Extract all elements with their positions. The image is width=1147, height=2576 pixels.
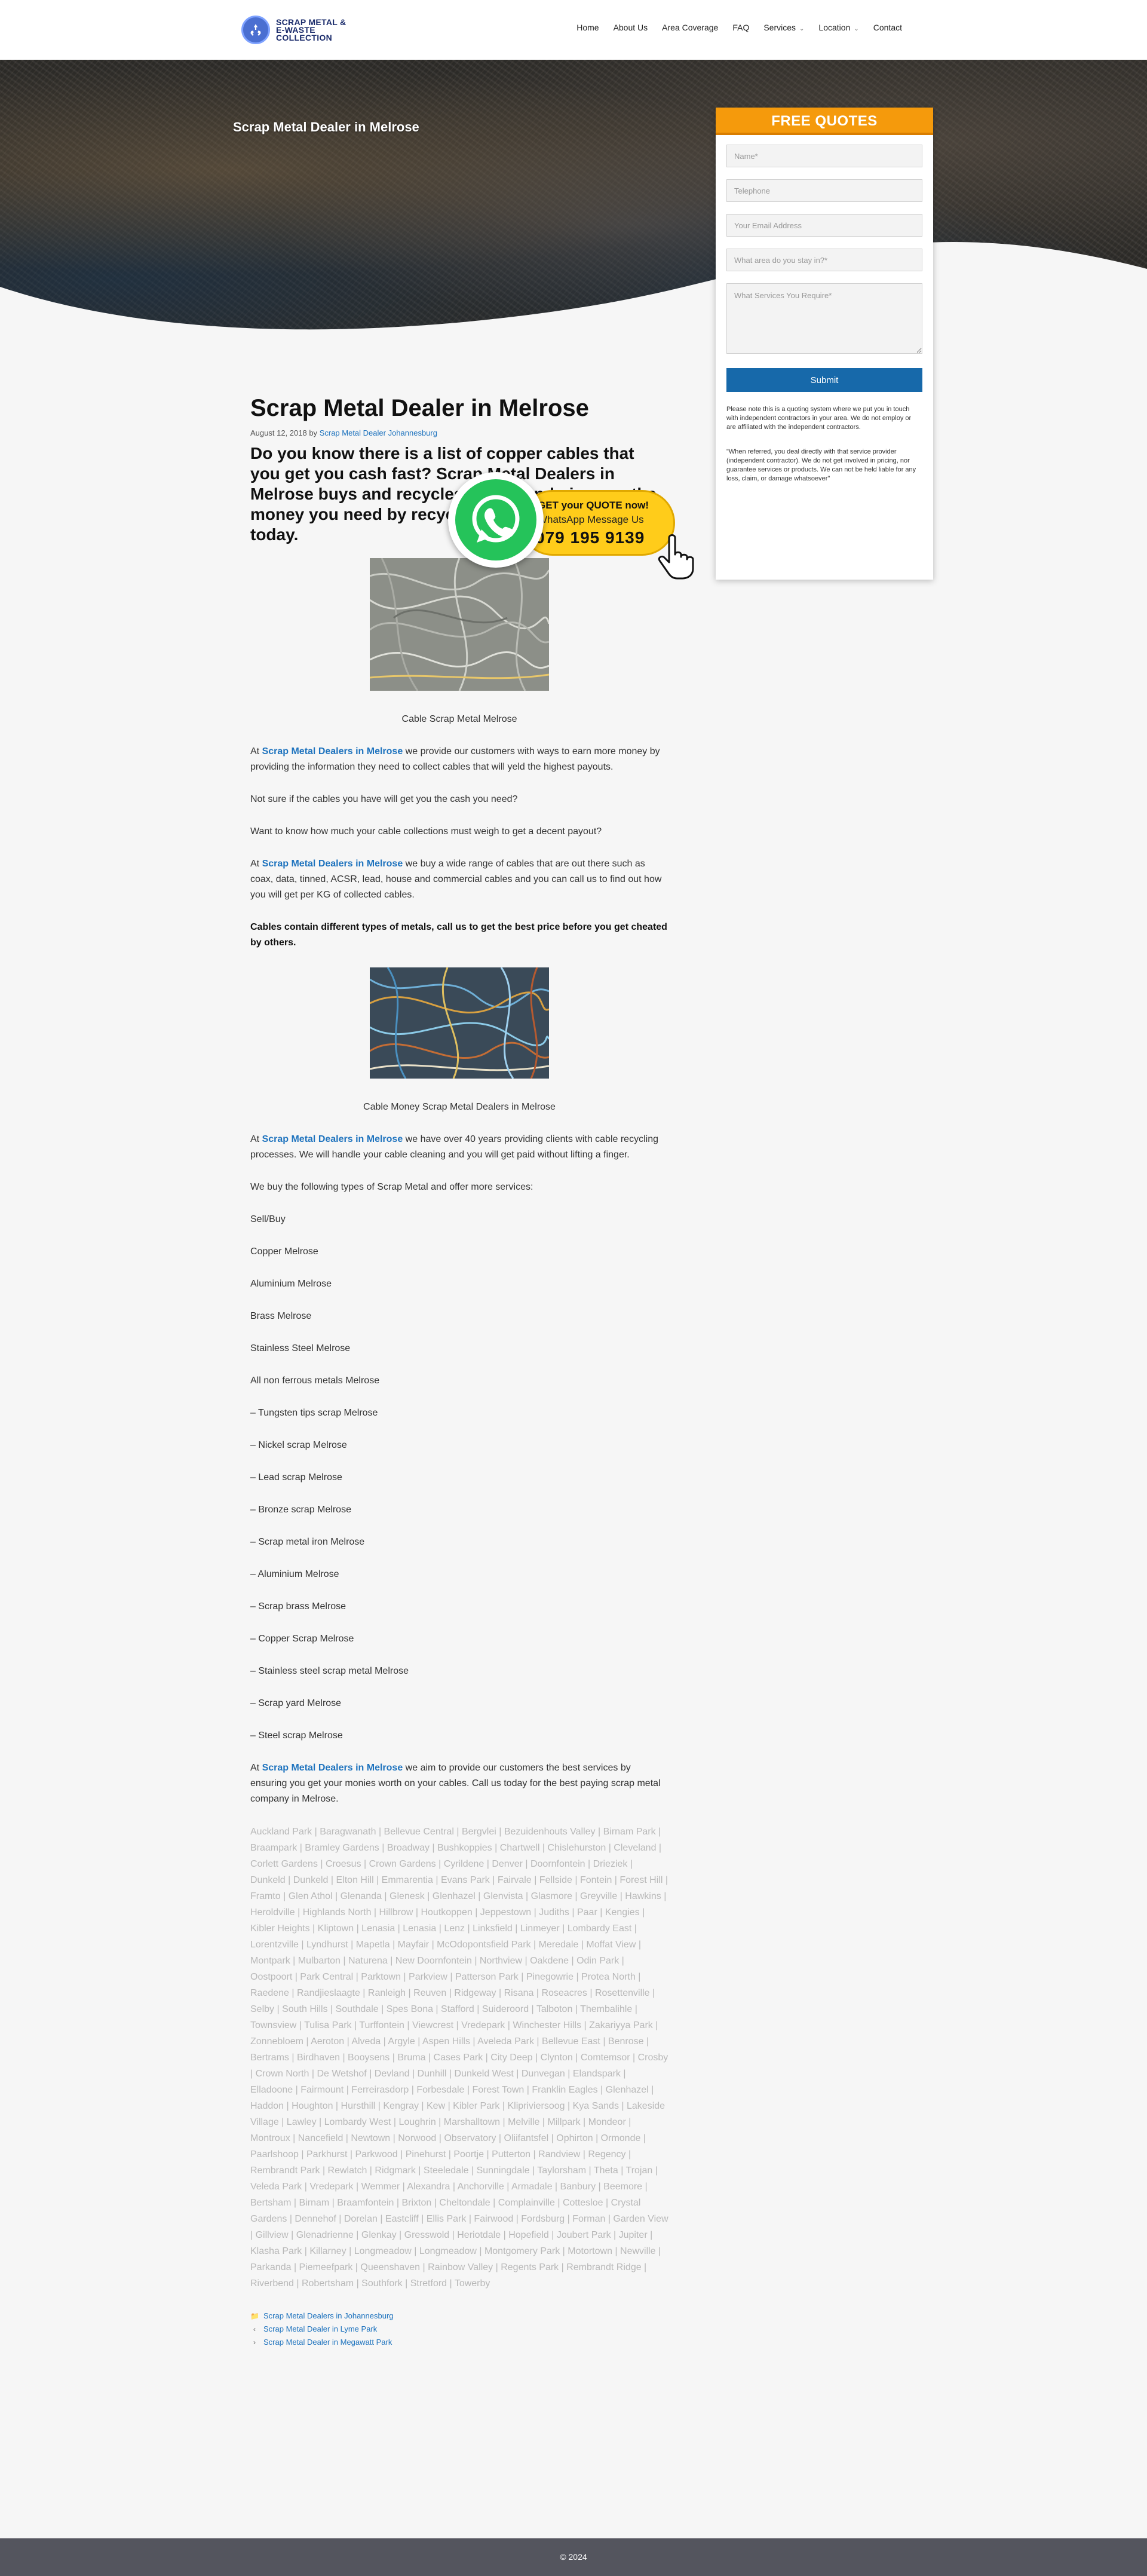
list-item: Copper Melrose <box>250 1246 318 1257</box>
paragraph: At Scrap Metal Dealers in Melrose we aim… <box>250 1760 668 1807</box>
list-item: – Scrap metal iron Melrose <box>250 1537 365 1547</box>
quote-disclaimer: Please note this is a quoting system whe… <box>726 406 912 431</box>
hero-banner: Scrap Metal Dealer in Melrose <box>0 60 1147 335</box>
paragraph: At Scrap Metal Dealers in Melrose we buy… <box>250 856 668 903</box>
telephone-field[interactable] <box>726 179 922 202</box>
figure-caption: Cable Money Scrap Metal Dealers in Melro… <box>363 1102 556 1112</box>
logo-text: SCRAP METAL & E-WASTE COLLECTION <box>276 17 346 42</box>
article-title: Scrap Metal Dealer in Melrose <box>250 395 589 421</box>
dealer-link[interactable]: Scrap Metal Dealers in Melrose <box>262 746 403 756</box>
nav-area-coverage[interactable]: Area Coverage <box>662 23 718 32</box>
recycle-icon <box>241 16 270 44</box>
text: At <box>250 1134 262 1144</box>
author-link[interactable]: Scrap Metal Dealer Johannesburg <box>320 428 437 437</box>
paragraph: At Scrap Metal Dealers in Melrose we hav… <box>250 1132 668 1163</box>
list-item: – Aluminium Melrose <box>250 1569 339 1579</box>
nav-location[interactable]: Location ⌄ <box>818 23 858 32</box>
copyright: © 2024 <box>560 2552 587 2562</box>
quote-form: FREE QUOTES Submit Please note this is a… <box>716 108 933 580</box>
quote-form-title: FREE QUOTES <box>716 108 933 135</box>
nav-contact[interactable]: Contact <box>873 23 902 32</box>
next-post-link[interactable]: Scrap Metal Dealer in Megawatt Park <box>263 2336 392 2349</box>
folder-icon: 📁 <box>250 2312 259 2320</box>
list-item: – Scrap brass Melrose <box>250 1601 346 1612</box>
next-post-row: › Scrap Metal Dealer in Megawatt Park <box>250 2336 668 2349</box>
paragraph: We buy the following types of Scrap Meta… <box>250 1182 533 1192</box>
paragraph: Want to know how much your cable collect… <box>250 826 602 837</box>
nav-services-label: Services <box>763 23 796 32</box>
post-date: August 12, 2018 <box>250 428 307 437</box>
text: At <box>250 859 262 869</box>
site-header: SCRAP METAL & E-WASTE COLLECTION Home Ab… <box>0 0 1147 60</box>
list-item: – Nickel scrap Melrose <box>250 1440 347 1450</box>
whatsapp-banner[interactable]: GET your QUOTE now! WhatsApp Message Us … <box>448 472 711 586</box>
dealer-link[interactable]: Scrap Metal Dealers in Melrose <box>262 859 403 869</box>
paragraph: Not sure if the cables you have will get… <box>250 794 518 804</box>
cable-money-photo <box>370 967 549 1079</box>
chevron-down-icon: ⌄ <box>799 26 805 32</box>
quote-liability-note: "When referred, you deal directly with t… <box>726 448 916 482</box>
hero-title: Scrap Metal Dealer in Melrose <box>233 120 419 134</box>
chevron-left-icon: ‹ <box>253 2325 256 2333</box>
hero-wave-divider <box>0 241 1147 335</box>
chevron-down-icon: ⌄ <box>854 26 859 32</box>
whatsapp-cta: GET your QUOTE now! <box>538 500 649 511</box>
site-logo[interactable]: SCRAP METAL & E-WASTE COLLECTION <box>241 16 348 44</box>
site-footer: © 2024 <box>0 2538 1147 2576</box>
pointer-hand-icon <box>658 534 694 580</box>
chevron-right-icon: › <box>253 2338 256 2347</box>
figure-cable-money: Cable Money Scrap Metal Dealers in Melro… <box>250 967 668 1115</box>
area-field[interactable] <box>726 249 922 271</box>
prev-post-row: ‹ Scrap Metal Dealer in Lyme Park <box>250 2323 668 2336</box>
list-item: Stainless Steel Melrose <box>250 1343 351 1353</box>
whatsapp-icon <box>448 472 544 568</box>
category-link[interactable]: Scrap Metal Dealers in Johannesburg <box>263 2309 394 2323</box>
prev-post-link[interactable]: Scrap Metal Dealer in Lyme Park <box>263 2323 377 2336</box>
services-field[interactable] <box>726 283 922 354</box>
whatsapp-number: 079 195 9139 <box>535 528 645 547</box>
list-item: – Stainless steel scrap metal Melrose <box>250 1666 409 1676</box>
whatsapp-message: WhatsApp Message Us <box>538 514 644 525</box>
article-meta: August 12, 2018 by Scrap Metal Dealer Jo… <box>250 428 668 439</box>
dealer-link[interactable]: Scrap Metal Dealers in Melrose <box>262 1134 403 1144</box>
submit-button[interactable]: Submit <box>726 368 922 392</box>
paragraph-bold: Cables contain different types of metals… <box>250 922 667 948</box>
category-row: 📁 Scrap Metal Dealers in Johannesburg <box>250 2309 668 2323</box>
list-item: Aluminium Melrose <box>250 1279 332 1289</box>
list-item: – Bronze scrap Melrose <box>250 1505 351 1515</box>
list-item: All non ferrous metals Melrose <box>250 1376 380 1386</box>
list-item: – Tungsten tips scrap Melrose <box>250 1408 378 1418</box>
list-item: – Steel scrap Melrose <box>250 1730 343 1741</box>
area-list: Auckland Park | Baragwanath | Bellevue C… <box>250 1827 668 2289</box>
nav-faq[interactable]: FAQ <box>732 23 749 32</box>
nav-about-us[interactable]: About Us <box>614 23 648 32</box>
post-navigation: 📁 Scrap Metal Dealers in Johannesburg ‹ Sc… <box>250 2309 668 2349</box>
list-item: – Copper Scrap Melrose <box>250 1634 354 1644</box>
paragraph: At Scrap Metal Dealers in Melrose we pro… <box>250 744 668 775</box>
dealer-link[interactable]: Scrap Metal Dealers in Melrose <box>262 1763 403 1773</box>
list-item: – Lead scrap Melrose <box>250 1472 342 1482</box>
text: At <box>250 1763 262 1773</box>
nav-services[interactable]: Services ⌄ <box>763 23 804 32</box>
main-nav: Home About Us Area Coverage FAQ Services… <box>576 23 902 32</box>
byline-by: by <box>309 428 318 437</box>
services-list: Sell/Buy Copper Melrose Aluminium Melros… <box>250 1212 668 1744</box>
text: At <box>250 746 262 756</box>
list-item: – Scrap yard Melrose <box>250 1698 342 1708</box>
nav-location-label: Location <box>818 23 851 32</box>
email-field[interactable] <box>726 214 922 237</box>
name-field[interactable] <box>726 145 922 167</box>
nav-home[interactable]: Home <box>576 23 599 32</box>
article: Scrap Metal Dealer in Melrose August 12,… <box>250 394 668 2349</box>
list-item: Brass Melrose <box>250 1311 312 1321</box>
list-item: Sell/Buy <box>250 1214 286 1224</box>
figure-caption: Cable Scrap Metal Melrose <box>401 714 517 724</box>
